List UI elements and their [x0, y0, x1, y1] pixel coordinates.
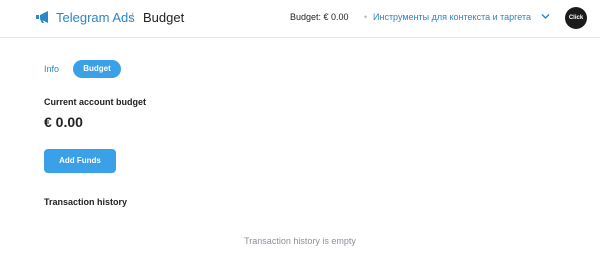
brand-link[interactable]: Telegram Ads: [56, 10, 135, 25]
breadcrumb-separator: /: [130, 10, 134, 25]
top-bar: Telegram Ads / Budget Budget: € 0.00 • И…: [0, 0, 600, 38]
current-budget-title: Current account budget: [44, 97, 147, 107]
account-switcher[interactable]: Инструменты для контекста и таргета: [373, 12, 531, 22]
header-budget: Budget: € 0.00: [290, 12, 349, 22]
header-dot-separator: •: [364, 12, 368, 22]
add-funds-button[interactable]: Add Funds: [44, 149, 116, 173]
tab-info[interactable]: Info: [44, 64, 59, 74]
budget-amount: € 0.00: [44, 114, 83, 130]
empty-state-message: Transaction history is empty: [244, 236, 356, 246]
megaphone-icon: [36, 11, 48, 23]
breadcrumb-current: Budget: [143, 10, 185, 25]
chevron-down-icon[interactable]: [541, 13, 550, 20]
avatar[interactable]: Click: [565, 7, 587, 29]
transaction-history-title: Transaction history: [44, 197, 128, 207]
tab-budget[interactable]: Budget: [73, 60, 121, 78]
